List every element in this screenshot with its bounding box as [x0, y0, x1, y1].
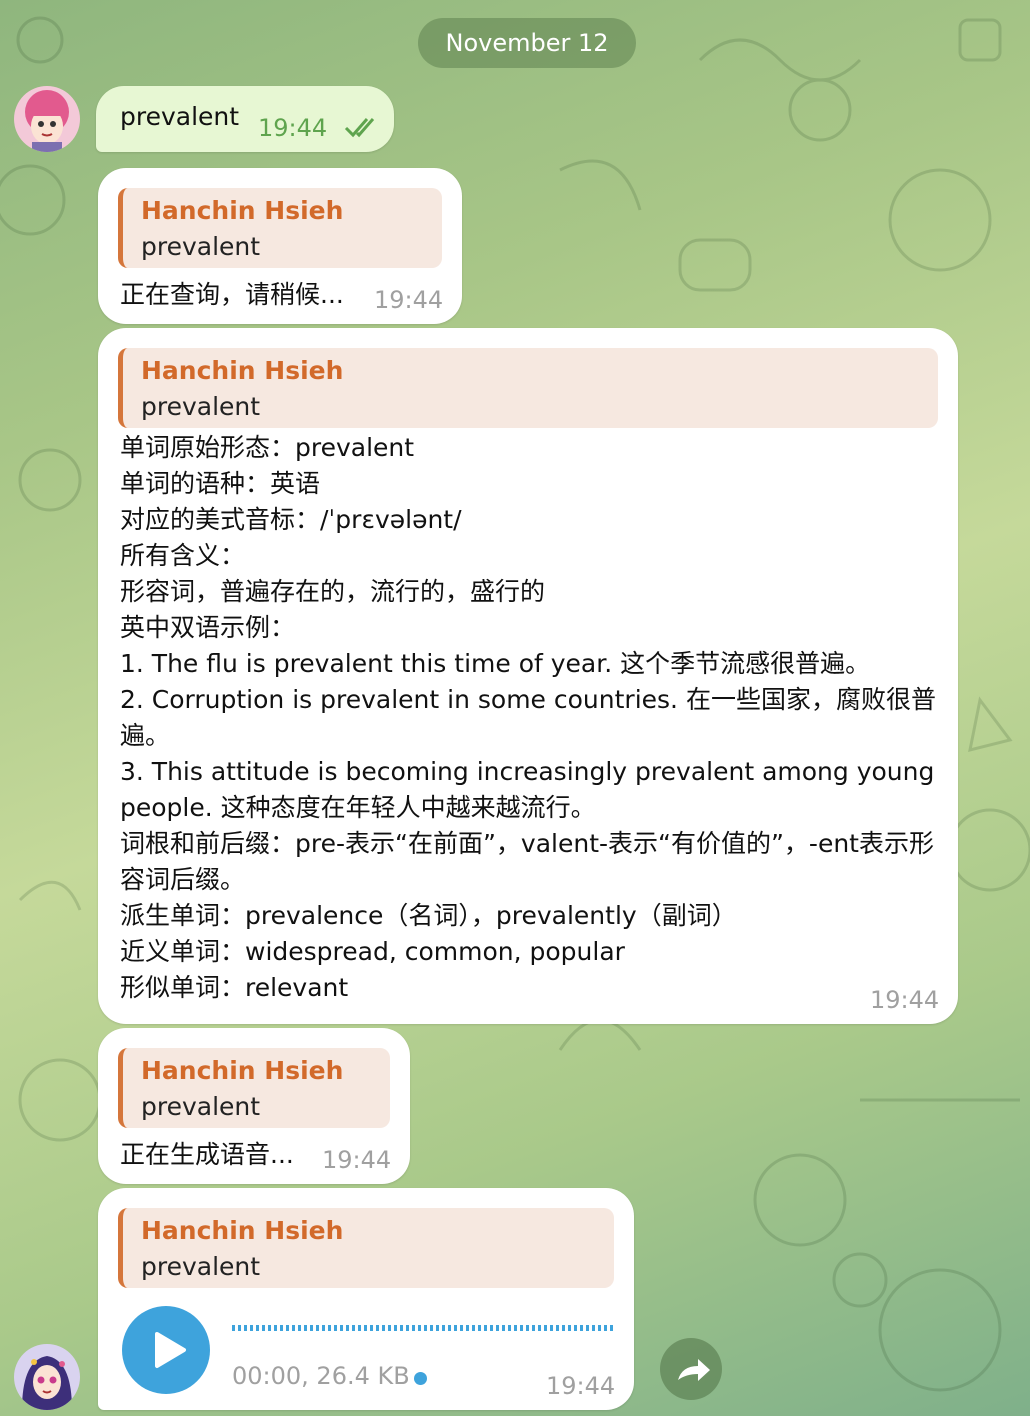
quote-text: prevalent — [141, 392, 261, 421]
play-button[interactable] — [122, 1306, 210, 1394]
message-time: 19:44 — [374, 286, 444, 314]
definition-line: 派生单词：prevalence（名词），prevalently（副词） — [120, 901, 737, 930]
bot-reply-generating[interactable]: Hanchin Hsieh prevalent 正在生成语音... 19:44 — [98, 1028, 410, 1184]
definition-line: 单词的语种：英语 — [120, 469, 321, 498]
date-separator: November 12 — [418, 18, 636, 68]
share-button[interactable] — [660, 1338, 722, 1400]
double-check-icon — [344, 118, 375, 138]
quote-text: prevalent — [141, 1092, 261, 1121]
reply-quote[interactable]: Hanchin Hsieh prevalent — [118, 348, 938, 428]
bot-avatar[interactable] — [14, 1344, 80, 1410]
definition-line: 所有含义： — [120, 541, 246, 570]
voice-waveform[interactable] — [232, 1325, 614, 1331]
definition-line: 遍。 — [120, 721, 171, 750]
reply-quote[interactable]: Hanchin Hsieh prevalent — [118, 188, 442, 268]
definition-line: 对应的美式音标：/ˈprɛvələnt/ — [120, 505, 462, 534]
definition-line: 1. The flu is prevalent this time of yea… — [120, 649, 871, 678]
message-time: 19:44 — [322, 1146, 392, 1174]
definition-line: 3. This attitude is becoming increasingl… — [120, 757, 935, 786]
message-time: 19:44 — [546, 1372, 616, 1400]
quote-sender: Hanchin Hsieh — [141, 196, 344, 225]
quote-sender: Hanchin Hsieh — [141, 1216, 344, 1245]
quote-sender: Hanchin Hsieh — [141, 356, 344, 385]
message-text: prevalent — [120, 102, 240, 131]
definition-line: 2. Corruption is prevalent in some count… — [120, 685, 936, 714]
definition-line: 形似单词：relevant — [120, 973, 349, 1002]
reply-quote[interactable]: Hanchin Hsieh prevalent — [118, 1048, 390, 1128]
play-icon — [155, 1332, 186, 1368]
voice-meta: 00:00, 26.4 KB — [232, 1362, 410, 1390]
user-avatar[interactable] — [14, 86, 80, 152]
definition-body: 单词原始形态：prevalent 单词的语种：英语 对应的美式音标：/ˈprɛv… — [120, 430, 950, 1006]
outgoing-message[interactable]: prevalent 19:44 — [96, 86, 394, 152]
message-text: 正在生成语音... — [120, 1140, 294, 1169]
definition-line: people. 这种态度在年轻人中越来越流行。 — [120, 793, 596, 822]
unread-dot — [414, 1372, 427, 1385]
message-text: 正在查询，请稍候... — [120, 280, 344, 309]
definition-line: 单词原始形态：prevalent — [120, 433, 415, 462]
message-time: 19:44 — [258, 114, 328, 142]
quote-text: prevalent — [141, 232, 261, 261]
definition-line: 形容词，普遍存在的，流行的，盛行的 — [120, 577, 546, 606]
bot-reply-definition[interactable]: Hanchin Hsieh prevalent 单词原始形态：prevalent… — [98, 328, 958, 1024]
definition-line: 容词后缀。 — [120, 865, 246, 894]
definition-line: 近义单词：widespread, common, popular — [120, 937, 625, 966]
definition-line: 词根和前后缀：pre-表示“在前面”，valent-表示“有价值的”，-ent表… — [120, 829, 934, 858]
share-icon — [678, 1359, 710, 1381]
message-time: 19:44 — [870, 986, 940, 1014]
quote-sender: Hanchin Hsieh — [141, 1056, 344, 1085]
definition-line: 英中双语示例： — [120, 613, 296, 642]
bot-reply-querying[interactable]: Hanchin Hsieh prevalent 正在查询，请稍候... 19:4… — [98, 168, 462, 324]
quote-text: prevalent — [141, 1252, 261, 1281]
reply-quote[interactable]: Hanchin Hsieh prevalent — [118, 1208, 614, 1288]
